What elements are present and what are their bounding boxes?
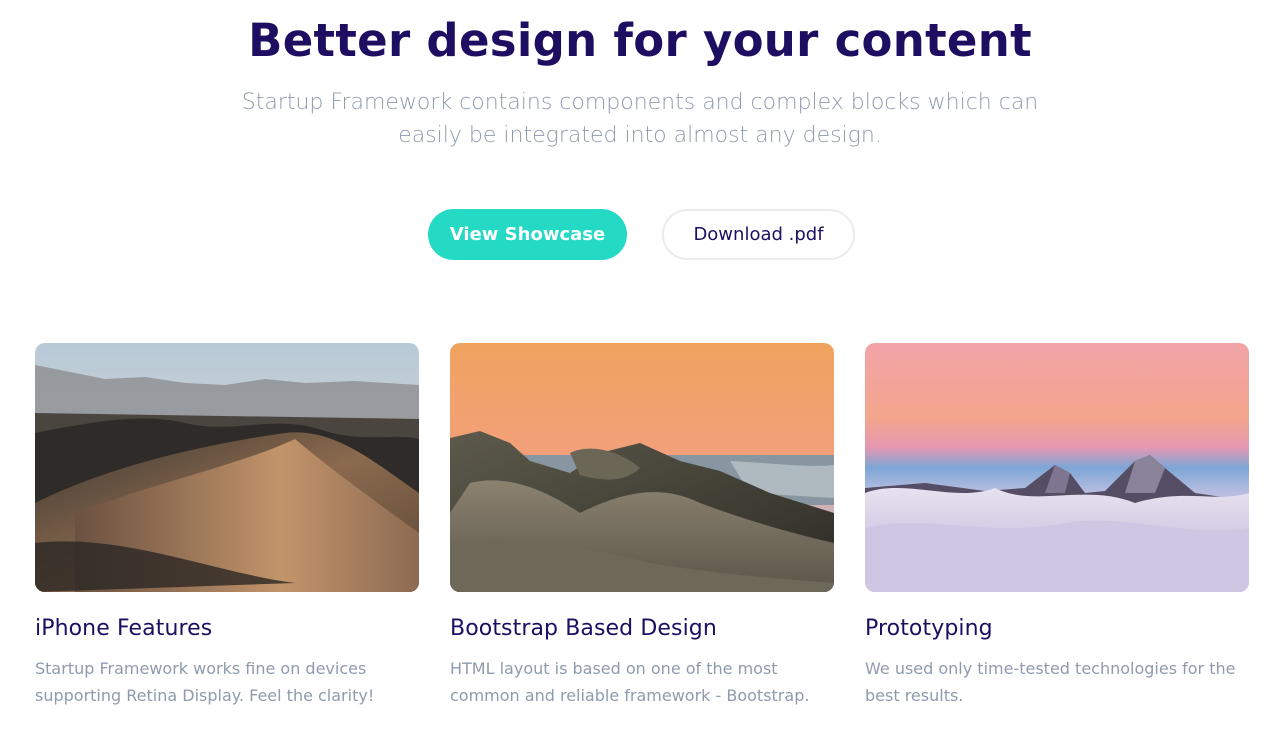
feature-card-bootstrap: Bootstrap Based Design HTML layout is ba…: [450, 343, 834, 709]
page-title: Better design for your content: [248, 14, 1032, 67]
card-title: Prototyping: [865, 616, 993, 641]
feature-card-iphone: iPhone Features Startup Framework works …: [35, 343, 419, 709]
coastal-rocks-image: [450, 343, 834, 592]
hero-subtitle: Startup Framework contains components an…: [241, 90, 1039, 148]
card-text: Startup Framework works fine on devices …: [35, 659, 375, 705]
card-text: HTML layout is based on one of the most …: [450, 659, 810, 705]
feature-card-prototyping: Prototyping We used only time-tested tec…: [865, 343, 1249, 709]
download-pdf-button[interactable]: Download .pdf: [662, 209, 855, 260]
mountain-clouds-image: [865, 343, 1249, 592]
view-showcase-button[interactable]: View Showcase: [428, 209, 627, 260]
card-title: Bootstrap Based Design: [450, 616, 717, 641]
card-text: We used only time-tested technologies fo…: [865, 659, 1236, 705]
desert-dunes-image: [35, 343, 419, 592]
card-title: iPhone Features: [35, 616, 213, 641]
